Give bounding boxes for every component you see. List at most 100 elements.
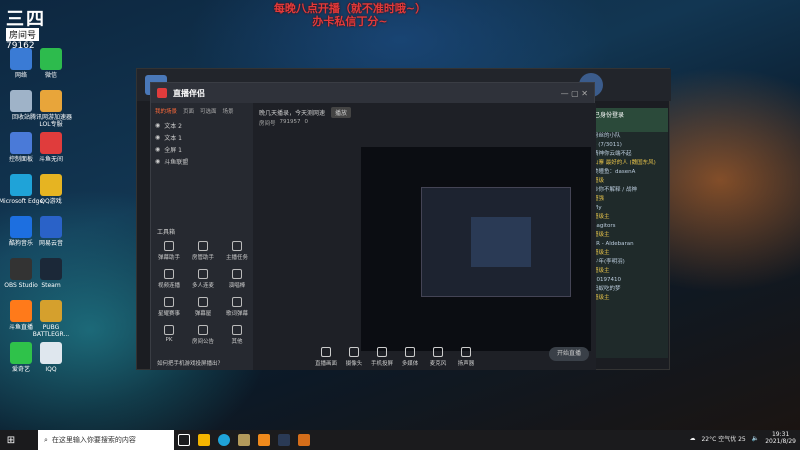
tool-label: PK [165,337,173,343]
clock[interactable]: 19:31 2021/8/29 [765,431,796,445]
tool-button[interactable]: 其他 [225,325,249,345]
eye-icon[interactable]: ◉ [155,146,160,153]
chat-line: 美瞳鱼：dasenA [593,169,636,175]
search-placeholder: 在这里输入你要搜索的内容 [51,436,136,444]
tool-icon [232,241,242,251]
scene-tab[interactable]: 页面 [183,107,194,115]
tool-icon [164,325,174,335]
bottom-tool-label: 麦克风 [429,361,447,367]
taskbar-search[interactable]: ⌕ 在这里输入你要搜索的内容 [38,430,174,450]
desktop-icon[interactable]: QQ游戏 [28,174,74,205]
status-hint[interactable]: 如何把手机游戏投屏播出？ [157,359,223,367]
chat-line: 少年(李明羽) [593,259,625,265]
desktop-icon-glyph [40,258,62,280]
volume-icon[interactable]: 🔈 [752,435,759,442]
chat-line: 超强 [593,196,605,202]
chat-line: 3 (7/3011) [593,142,622,148]
tool-button[interactable]: 房管助手 [191,241,215,261]
banner-line2: 办卡私信丁分~ [312,15,388,28]
stream-app-task-icon[interactable] [278,434,290,446]
app-logo-icon [157,88,167,98]
task-view-icon[interactable] [178,434,190,446]
bottom-tool-button[interactable]: 直播画面 [313,347,339,367]
start-live-button[interactable]: 开始直播 [549,347,589,361]
tools-title: 工具箱 [157,229,176,236]
desktop-icon-glyph [40,216,62,238]
desktop-icon[interactable]: PUBG BATTLEGR... [28,300,74,338]
chat-line: 晴神你云端不起 [593,151,632,157]
scene-panel: 我的场景 页面 可选面 场景 ◉ 文本 2 ◉ 文本 1 ◉ 全屏 1 ◉ 斗鱼联盟 工具箱 弹幕助… [151,103,253,370]
desktop-icon-glyph [40,174,62,196]
tool-icon [198,269,208,279]
tool-button[interactable]: 弹幕助手 [157,241,181,261]
file-explorer-icon[interactable] [198,434,210,446]
tool-label: 演唱棒 [228,283,246,289]
chat-line: 超级主 [593,250,610,256]
tool-label: 弹幕助手 [157,255,180,261]
tool-button[interactable]: PK [157,325,181,343]
scene-item[interactable]: ◉ 文本 2 [151,119,253,131]
tool-label: 房间公告 [191,339,214,345]
tool-button[interactable]: 歌词弹幕 [225,297,249,317]
clock-time: 19:31 [771,431,790,438]
chat-header: 已身份登录 [590,108,668,132]
obs-task-icon[interactable] [298,434,310,446]
chat-line: ffly [593,205,602,211]
chat-list: 粉丝的小队 3 (7/3011) 晴神你云端不起 山寨 最好的人 (魏国东风) 美瞳鱼：… [590,132,668,303]
clock-date: 2021/8/29 [765,438,796,445]
scene-item[interactable]: ◉ 文本 1 [151,131,253,143]
scene-tab[interactable]: 场景 [223,107,234,115]
douyu-icon[interactable] [258,434,270,446]
eye-icon[interactable]: ◉ [155,158,160,165]
bottom-tool-button[interactable]: 多媒体 [397,347,423,367]
scene-tab[interactable]: 可选面 [200,107,217,115]
bottom-tool-icon [349,347,359,357]
tool-icon [164,297,174,307]
eye-icon[interactable]: ◉ [155,122,160,129]
stream-preview[interactable] [361,147,591,351]
eye-icon[interactable]: ◉ [155,134,160,141]
scene-tab[interactable]: 我的场景 [155,107,177,115]
scene-tabs: 我的场景 页面 可选面 场景 [151,103,253,119]
nested-preview-inner [471,217,531,267]
chat-line: 粉丝的小队 [593,133,621,139]
bottom-tool-button[interactable]: 扬声器 [453,347,479,367]
scene-item[interactable]: ◉ 斗鱼联盟 [151,155,253,167]
app-titlebar: 直播伴侣 — ▢ ✕ [151,83,594,103]
tool-button[interactable]: 演唱棒 [225,269,249,289]
weather-text[interactable]: 22°C 空气优 25 [701,434,745,443]
bottom-tool-button[interactable]: 手机投屏 [369,347,395,367]
desktop-icon[interactable]: 微信 [28,48,74,79]
windows-start-icon[interactable]: ⊞ [4,435,18,446]
desktop-icon-label: QQ游戏 [40,198,62,205]
tool-label: 主播任务 [225,255,248,261]
chat-line: 蚂蚁吃的梦 [593,286,621,292]
notice-text: 晚几天播录，今天测网速 [259,110,326,117]
room-label: 房间号 [259,121,276,127]
tool-button[interactable]: 视频连播 [157,269,181,289]
scene-label: 斗鱼联盟 [164,158,189,166]
desktop-icon[interactable]: Steam [28,258,74,289]
bottom-tool-button[interactable]: 麦克风 [425,347,451,367]
bottom-tool-button[interactable]: 摄像头 [341,347,367,367]
desktop-icon[interactable]: 网易云音 [28,216,74,247]
lol-icon[interactable] [238,434,250,446]
desktop-icon[interactable]: 斗鱼无间 [28,132,74,163]
desktop-icon-label: 网易云音 [38,240,63,247]
preview-area: 晚几天播录，今天测网速 播放 房间号 791957 0 直播画面 摄像头 手机投屏 多… [253,103,596,370]
tool-button[interactable]: 星耀赛事 [157,297,181,317]
tool-button[interactable]: 多人连麦 [191,269,215,289]
tool-button[interactable]: 房间公告 [191,325,215,345]
edge-icon[interactable] [218,434,230,446]
view-count: 0 [304,119,309,125]
tool-button[interactable]: 主播任务 [225,241,249,261]
desktop-icon[interactable]: 腾讯网游加速器LOL专服 [28,90,74,128]
app-title: 直播伴侣 [173,88,205,98]
scene-item[interactable]: ◉ 全屏 1 [151,143,253,155]
desktop-icon[interactable]: IQQ [28,342,74,373]
tool-icon [232,325,242,335]
tool-button[interactable]: 弹幕屋 [191,297,215,317]
chat-line: FR - Aldebaran [593,241,634,247]
window-controls-icon[interactable]: — ▢ ✕ [561,89,588,98]
notice-button[interactable]: 播放 [331,107,352,118]
